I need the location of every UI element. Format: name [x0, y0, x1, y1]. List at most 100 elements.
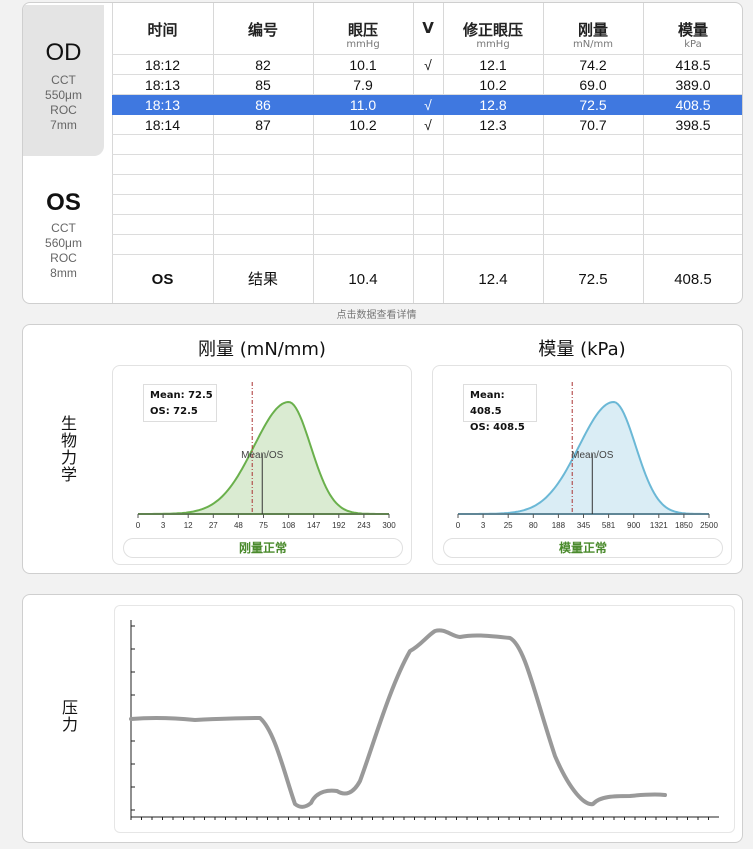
x-tick-label: 188	[552, 521, 566, 530]
chart-legend: Mean: 72.5 OS: 72.5	[143, 384, 217, 422]
table-row[interactable]: 18:14 87 10.2 √ 12.3 70.7 398.5	[112, 115, 742, 135]
x-tick-label: 581	[602, 521, 616, 530]
cell-ciop: 12.3	[479, 117, 507, 133]
cell-id: 87	[255, 117, 271, 133]
x-tick-label: 1321	[650, 521, 668, 530]
legend-mean: Mean: 408.5	[470, 390, 505, 417]
x-tick-label: 192	[332, 521, 346, 530]
column-header[interactable]: 修正眼压 mmHg	[443, 3, 543, 54]
cell-iop: 7.9	[353, 77, 373, 93]
table-hint: 点击数据查看详情	[336, 310, 417, 321]
modulus-status: 模量正常	[443, 538, 723, 558]
cell-ciop: 12.1	[479, 57, 507, 73]
chart-legend: Mean: 408.5 OS: 408.5	[463, 384, 537, 433]
table-row[interactable]: 18:13 85 7.9 10.2 69.0 389.0	[112, 75, 742, 95]
cell-v: √	[424, 117, 432, 133]
cell-v: √	[424, 97, 432, 113]
x-tick-label: 108	[282, 521, 296, 530]
x-tick-label: 300	[382, 521, 396, 530]
result-modulus: 408.5	[674, 271, 712, 288]
column-header[interactable]: V	[413, 3, 443, 54]
cell-mod: 418.5	[675, 57, 711, 73]
roc-value: 8mm	[50, 266, 77, 280]
x-tick-label: 3	[161, 521, 166, 530]
row-divider	[112, 234, 742, 235]
header-title: 刚量	[577, 21, 608, 39]
cell-stiff: 72.5	[579, 97, 607, 113]
cell-time: 18:13	[144, 77, 181, 93]
header-title: 时间	[147, 21, 178, 39]
roc-value: 7mm	[50, 118, 77, 132]
header-unit: mN/mm	[572, 39, 614, 50]
cell-id: 86	[255, 97, 271, 113]
cell-iop: 10.1	[349, 57, 377, 73]
cell-stiff: 74.2	[579, 57, 607, 73]
cell-v	[413, 75, 443, 95]
cell-iop: 11.0	[349, 97, 377, 113]
cell-time: 18:14	[144, 117, 181, 133]
pressure-curve	[129, 628, 667, 809]
eye-tab-os[interactable]: OS CCT 560μm ROC 8mm	[23, 163, 104, 303]
row-divider	[112, 154, 742, 155]
eye-tab-od[interactable]: OD CCT 550μm ROC 7mm	[23, 5, 104, 156]
cell-ciop: 10.2	[479, 77, 507, 93]
x-tick-label: 900	[627, 521, 641, 530]
cct-label: CCT	[51, 73, 76, 87]
cell-id: 82	[255, 57, 271, 73]
header-title: 编号	[247, 21, 278, 39]
modulus-chart[interactable]: 0 3 25 80 188 345 581 900 1321 1850 2500 Mean/OS Me…	[432, 365, 732, 565]
legend-os: OS: 408.5	[470, 422, 525, 433]
column-header[interactable]: 编号	[213, 3, 313, 54]
header-title: 修正眼压	[462, 21, 523, 39]
result-corrected-iop: 12.4	[478, 271, 508, 288]
axis-ticks	[130, 625, 709, 820]
result-stiffness: 72.5	[578, 271, 608, 288]
table-row[interactable]: 18:13 86 11.0 √ 12.8 72.5 408.5	[112, 95, 742, 115]
pressure-curve-svg	[129, 620, 719, 820]
roc-label: ROC	[50, 251, 77, 265]
x-tick-label: 48	[234, 521, 243, 530]
column-header[interactable]: 刚量 mN/mm	[543, 3, 643, 54]
pressure-chart[interactable]	[114, 605, 735, 833]
header-unit: mmHg	[476, 39, 510, 50]
cell-mod: 398.5	[675, 117, 711, 133]
cell-id: 85	[255, 77, 271, 93]
header-title: 模量	[677, 21, 708, 39]
cct-value: 550μm	[45, 88, 82, 102]
mean-os-label: Mean/OS	[241, 450, 284, 461]
x-tick-label: 2500	[700, 521, 718, 530]
result-row: OS 结果 10.4 12.4 72.5 408.5	[112, 255, 742, 303]
modulus-chart-title: 模量 (kPa)	[538, 339, 626, 360]
x-tick-label: 1850	[675, 521, 693, 530]
biomechanics-card: 生物力学 刚量 (mN/mm) 0 3 12 27 48 75 108 147 192 243 30…	[22, 324, 743, 574]
cell-iop: 10.2	[349, 117, 377, 133]
x-tick-label: 243	[357, 521, 371, 530]
row-divider	[112, 194, 742, 195]
cell-mod: 389.0	[675, 77, 711, 93]
legend-os: OS: 72.5	[150, 406, 198, 417]
stiffness-chart-title: 刚量 (mN/mm)	[198, 339, 326, 360]
stiffness-chart[interactable]: 0 3 12 27 48 75 108 147 192 243 300 Mean/OS Mean: 7…	[112, 365, 412, 565]
roc-label: ROC	[50, 103, 77, 117]
column-header[interactable]: 时间	[112, 3, 213, 54]
result-iop: 10.4	[348, 271, 378, 288]
x-tick-label: 75	[259, 521, 268, 530]
table-row[interactable]: 18:12 82 10.1 √ 12.1 74.2 418.5	[112, 55, 742, 75]
row-divider	[112, 214, 742, 215]
x-tick-label: 0	[456, 521, 461, 530]
row-divider	[112, 174, 742, 175]
x-tick-label: 147	[307, 521, 321, 530]
cell-stiff: 69.0	[579, 77, 607, 93]
x-tick-label: 3	[481, 521, 486, 530]
x-tick-label: 0	[136, 521, 141, 530]
eye-params: CCT 560μm ROC 8mm	[23, 221, 104, 281]
cell-v: √	[424, 57, 432, 73]
x-tick-label: 27	[209, 521, 218, 530]
column-header[interactable]: 模量 kPa	[643, 3, 742, 54]
pressure-label: 压力	[59, 699, 78, 733]
header-unit: mmHg	[346, 39, 380, 50]
column-header[interactable]: 眼压 mmHg	[313, 3, 413, 54]
x-tick-label: 345	[577, 521, 591, 530]
cell-stiff: 70.7	[579, 117, 607, 133]
result-eye: OS	[151, 271, 174, 288]
